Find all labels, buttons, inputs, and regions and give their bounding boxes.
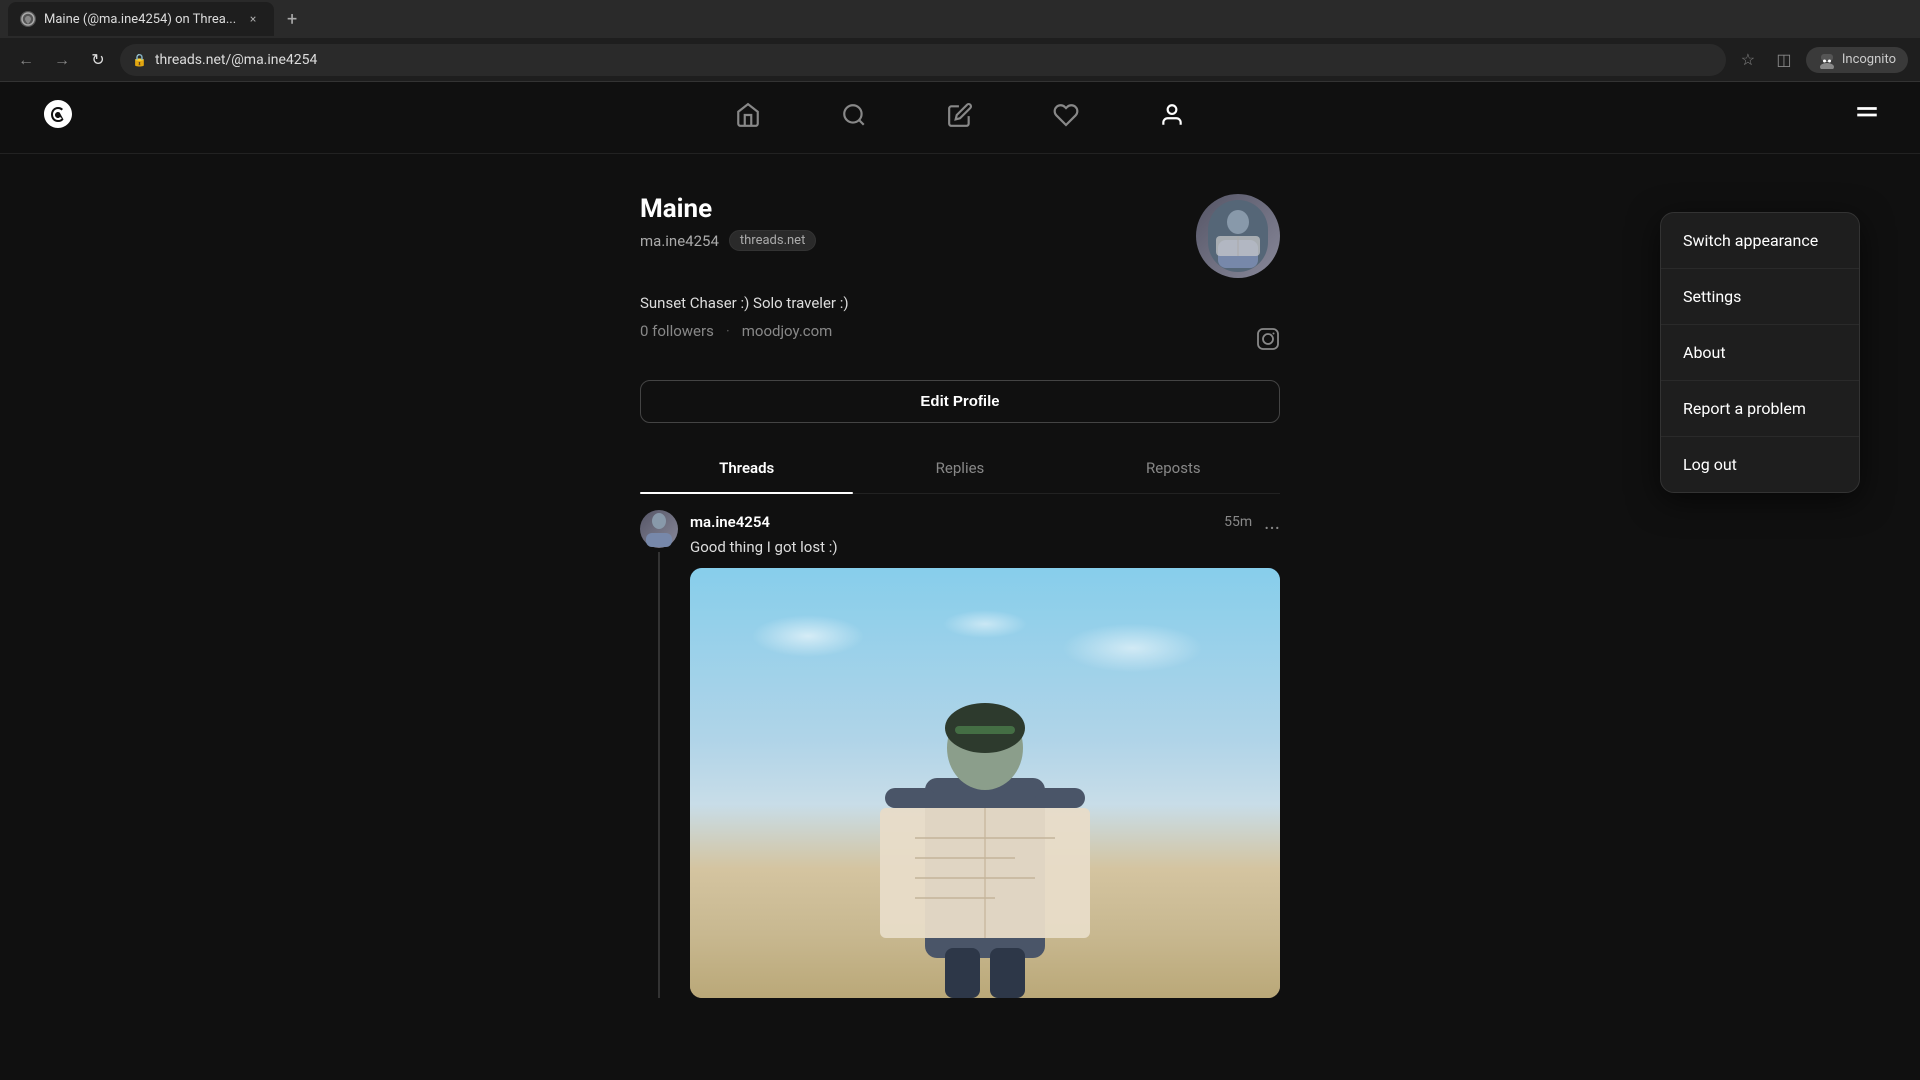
back-button[interactable]: ← [12, 46, 40, 74]
dropdown-logout[interactable]: Log out [1661, 437, 1859, 492]
lock-icon: 🔒 [132, 53, 147, 67]
dropdown-report-problem[interactable]: Report a problem [1661, 381, 1859, 437]
person-with-map [835, 618, 1135, 998]
refresh-button[interactable]: ↻ [84, 46, 112, 74]
toolbar-actions: ☆ ◫ Incognito [1734, 46, 1908, 74]
post-right: ma.ine4254 55m ... Good thing I got lost… [690, 510, 1280, 998]
main-content: Maine ma.ine4254 threads.net [0, 154, 1920, 1080]
post-avatar[interactable] [640, 510, 678, 548]
post-meta: 55m ... [1224, 510, 1280, 534]
profile-bio: Sunset Chaser :) Solo traveler :) [640, 294, 1280, 312]
compose-nav-icon[interactable] [947, 102, 973, 134]
threads-logo [40, 96, 76, 139]
address-bar[interactable]: 🔒 threads.net/@ma.ine4254 [120, 44, 1726, 76]
profile-followers: 0 followers · moodjoy.com [640, 322, 832, 340]
dropdown-about[interactable]: About [1661, 325, 1859, 381]
post-text: Good thing I got lost :) [690, 538, 1280, 556]
top-nav [0, 82, 1920, 154]
dropdown-menu: Switch appearance Settings About Report … [1660, 212, 1860, 493]
incognito-icon [1818, 51, 1836, 69]
browser-tab-active[interactable]: Maine (@ma.ine4254) on Threa... × [8, 2, 274, 36]
profile-tabs: Threads Replies Reposts [640, 443, 1280, 494]
forward-button[interactable]: → [48, 46, 76, 74]
new-tab-button[interactable]: + [278, 5, 306, 33]
browser-chrome: Maine (@ma.ine4254) on Threa... × + ← → … [0, 0, 1920, 82]
extension-button[interactable]: ◫ [1770, 46, 1798, 74]
thread-post: ma.ine4254 55m ... Good thing I got lost… [620, 494, 1300, 1014]
post-image [690, 568, 1280, 998]
profile-badge: threads.net [729, 230, 816, 251]
url-text: threads.net/@ma.ine4254 [155, 52, 317, 68]
tab-favicon [20, 11, 36, 27]
instagram-link[interactable] [1256, 327, 1280, 355]
profile-info: Maine ma.ine4254 threads.net [640, 194, 816, 251]
profile-nav-icon[interactable] [1159, 102, 1185, 134]
post-username: ma.ine4254 [690, 513, 770, 531]
nav-icons [735, 102, 1185, 134]
profile-handle: ma.ine4254 [640, 232, 719, 250]
tab-replies[interactable]: Replies [853, 443, 1066, 493]
menu-button[interactable] [1854, 102, 1880, 134]
heart-nav-icon[interactable] [1053, 102, 1079, 134]
browser-toolbar: ← → ↻ 🔒 threads.net/@ma.ine4254 ☆ ◫ Inco… [0, 38, 1920, 82]
tab-reposts[interactable]: Reposts [1067, 443, 1280, 493]
dropdown-switch-appearance[interactable]: Switch appearance [1661, 213, 1859, 269]
profile-name: Maine [640, 194, 816, 224]
profile-stats-row: 0 followers · moodjoy.com [640, 322, 1280, 360]
post-time: 55m [1224, 514, 1252, 530]
bookmark-button[interactable]: ☆ [1734, 46, 1762, 74]
post-more-button[interactable]: ... [1264, 510, 1280, 534]
dropdown-settings[interactable]: Settings [1661, 269, 1859, 325]
tab-title: Maine (@ma.ine4254) on Threa... [44, 12, 236, 27]
home-nav-icon[interactable] [735, 102, 761, 134]
profile-avatar [1196, 194, 1280, 278]
app-content: Maine ma.ine4254 threads.net [0, 82, 1920, 1080]
profile-handle-row: ma.ine4254 threads.net [640, 230, 816, 251]
browser-tab-bar: Maine (@ma.ine4254) on Threa... × + [0, 0, 1920, 38]
incognito-label: Incognito [1842, 52, 1896, 67]
profile-section: Maine ma.ine4254 threads.net [620, 154, 1300, 494]
post-header: ma.ine4254 55m ... [690, 510, 1280, 534]
post-thread-line [658, 552, 660, 998]
post-left [640, 510, 678, 998]
edit-profile-button[interactable]: Edit Profile [640, 380, 1280, 423]
tab-threads[interactable]: Threads [640, 443, 853, 493]
search-nav-icon[interactable] [841, 102, 867, 134]
tab-close-button[interactable]: × [244, 10, 262, 28]
incognito-badge: Incognito [1806, 47, 1908, 73]
profile-header: Maine ma.ine4254 threads.net [640, 194, 1280, 278]
